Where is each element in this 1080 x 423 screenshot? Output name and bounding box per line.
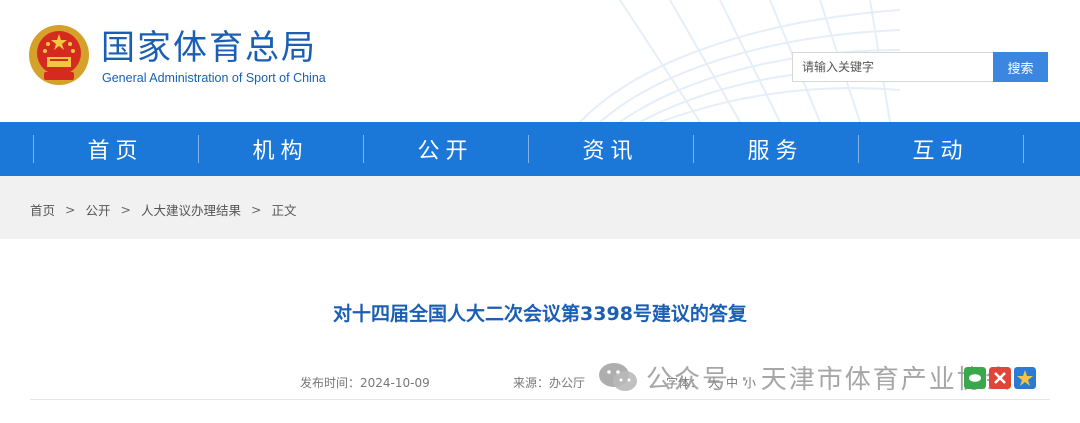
- article-title: 对十四届全国人大二次会议第3398号建议的答复: [333, 303, 747, 325]
- breadcrumb: 首页 > 公开 > 人大建议办理结果 > 正文: [30, 200, 297, 219]
- search-input[interactable]: [792, 52, 993, 82]
- site-header: 国家体育总局 General Administration of Sport o…: [0, 0, 1080, 122]
- font-size-control: 字体： 大中小: [666, 374, 756, 391]
- breadcrumb-public[interactable]: 公开: [86, 200, 111, 219]
- red-badge-icon: [989, 367, 1011, 389]
- watermark: 公众号 · 天津市体育产业协会: [598, 357, 1036, 397]
- font-small-button[interactable]: 小: [744, 376, 756, 390]
- nav-item-interaction[interactable]: 互动: [858, 122, 1023, 176]
- publish-date-label: 发布时间：: [300, 376, 361, 390]
- green-badge-icon: [964, 367, 986, 389]
- nav-item-services[interactable]: 服务: [693, 122, 858, 176]
- nav-item-organization[interactable]: 机构: [198, 122, 363, 176]
- site-subtitle: General Administration of Sport of China: [102, 71, 326, 85]
- breadcrumb-separator: >: [65, 202, 76, 217]
- breadcrumb-npc-suggestions[interactable]: 人大建议办理结果: [141, 200, 241, 219]
- font-size-label: 字体：: [666, 376, 703, 390]
- font-large-button[interactable]: 大: [708, 376, 720, 390]
- site-title: 国家体育总局: [101, 28, 317, 68]
- main-nav: 首页 机构 公开 资讯 服务 互动: [0, 122, 1080, 176]
- nav-item-news[interactable]: 资讯: [528, 122, 693, 176]
- nav-item-public[interactable]: 公开: [363, 122, 528, 176]
- breadcrumb-home[interactable]: 首页: [30, 200, 55, 219]
- star-badge-icon: [1014, 367, 1036, 389]
- breadcrumb-separator: >: [120, 202, 131, 217]
- breadcrumb-current: 正文: [271, 203, 297, 218]
- search-button[interactable]: 搜索: [993, 52, 1048, 82]
- breadcrumb-separator: >: [251, 202, 262, 217]
- watermark-badges: [964, 367, 1039, 389]
- nav-item-home[interactable]: 首页: [33, 122, 198, 176]
- publish-date-value: 2024-10-09: [360, 376, 430, 390]
- article-source: 来源：办公厅: [513, 376, 586, 390]
- national-emblem-logo: [29, 25, 89, 85]
- wechat-icon: [599, 363, 637, 391]
- search-box: 搜索: [792, 52, 1048, 82]
- publish-date: 发布时间：2024-10-09: [300, 374, 430, 391]
- font-medium-button[interactable]: 中: [726, 376, 738, 390]
- nav-separator: [1023, 135, 1024, 163]
- meta-divider: [30, 399, 1050, 400]
